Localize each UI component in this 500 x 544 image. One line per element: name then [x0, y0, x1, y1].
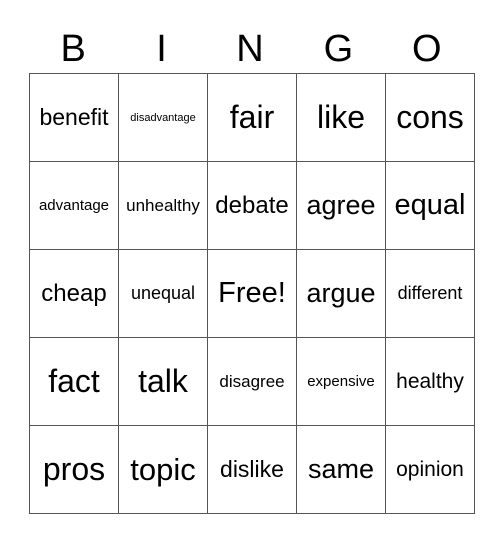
bingo-cell[interactable]: fact	[29, 337, 119, 426]
bingo-cell[interactable]: same	[296, 425, 386, 514]
bingo-cell[interactable]: talk	[118, 337, 208, 426]
bingo-cell[interactable]: pros	[29, 425, 119, 514]
bingo-cell[interactable]: cons	[385, 73, 475, 162]
bingo-cell[interactable]: agree	[296, 161, 386, 250]
header-letter-n: N	[236, 28, 264, 70]
bingo-cell[interactable]: healthy	[385, 337, 475, 426]
header-letter-g: G	[323, 28, 354, 70]
bingo-cell[interactable]: topic	[118, 425, 208, 514]
bingo-cell[interactable]: unhealthy	[118, 161, 208, 250]
bingo-cell[interactable]: equal	[385, 161, 475, 250]
bingo-row: advantage unhealthy debate agree equal	[29, 161, 475, 250]
bingo-cell[interactable]: like	[296, 73, 386, 162]
bingo-cell[interactable]: disadvantage	[118, 73, 208, 162]
bingo-cell[interactable]: opinion	[385, 425, 475, 514]
bingo-row: fact talk disagree expensive healthy	[29, 337, 475, 426]
header-letter-i: I	[156, 28, 167, 70]
bingo-cell[interactable]: dislike	[207, 425, 297, 514]
bingo-cell[interactable]: disagree	[207, 337, 297, 426]
bingo-cell[interactable]: advantage	[29, 161, 119, 250]
bingo-cell[interactable]: expensive	[296, 337, 386, 426]
bingo-row: pros topic dislike same opinion	[29, 425, 475, 514]
header-letter-o: O	[411, 28, 442, 70]
free-space-cell[interactable]: Free!	[207, 249, 297, 338]
bingo-cell[interactable]: different	[385, 249, 475, 338]
bingo-cell[interactable]: cheap	[29, 249, 119, 338]
bingo-header: B I N G O	[29, 26, 471, 72]
bingo-card-grid: benefit disadvantage fair like cons adva…	[29, 73, 475, 514]
bingo-row: cheap unequal Free! argue different	[29, 249, 475, 338]
bingo-cell[interactable]: debate	[207, 161, 297, 250]
bingo-cell[interactable]: unequal	[118, 249, 208, 338]
header-letter-b: B	[60, 28, 86, 70]
bingo-row: benefit disadvantage fair like cons	[29, 73, 475, 162]
bingo-cell[interactable]: fair	[207, 73, 297, 162]
bingo-cell[interactable]: benefit	[29, 73, 119, 162]
bingo-cell[interactable]: argue	[296, 249, 386, 338]
